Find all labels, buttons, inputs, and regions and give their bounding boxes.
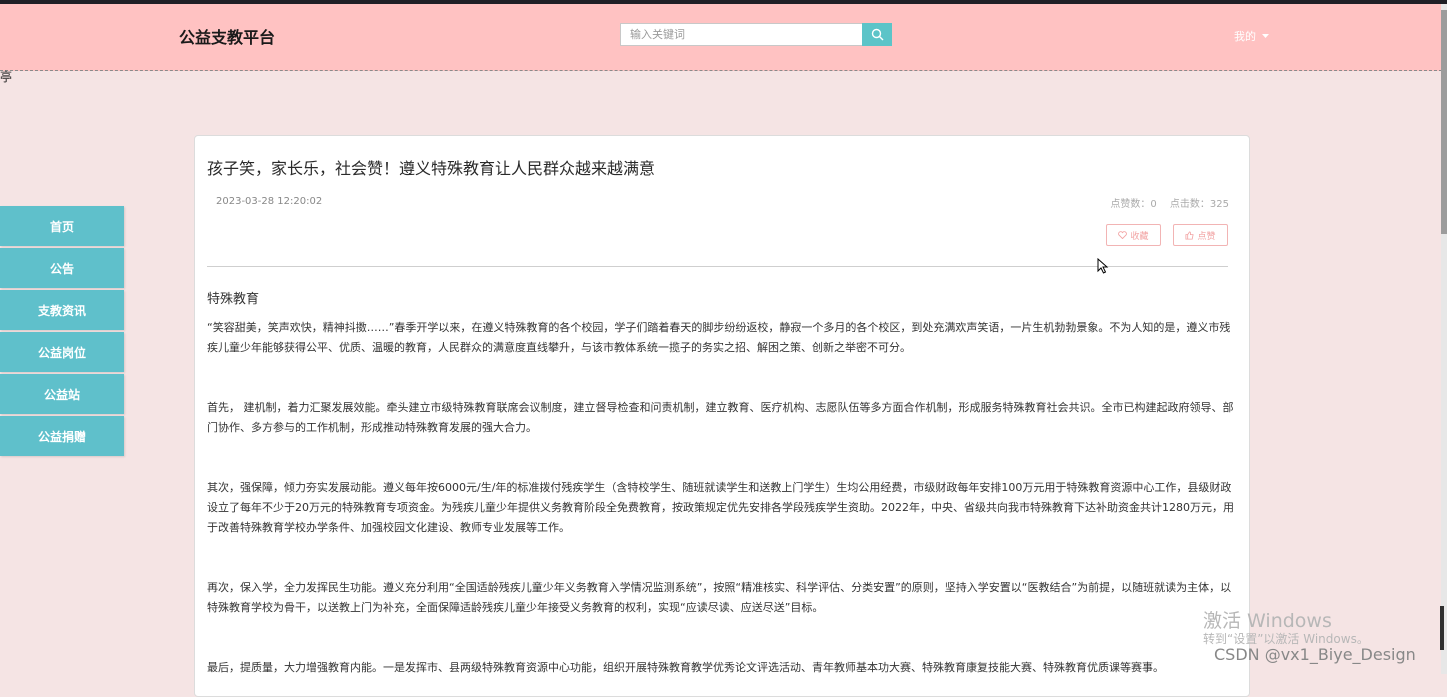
windows-activation-title: 激活 Windows	[1203, 610, 1332, 632]
sidebar-item-stations[interactable]: 公益站	[0, 374, 124, 414]
search-input[interactable]	[620, 23, 862, 46]
article-paragraph: 其次，强保障，倾力夯实发展动能。遵义每年按6000元/生/年的标准拨付残疾学生（…	[207, 481, 1234, 534]
article-paragraph: “笑容甜美，笑声欢快，精神抖擞……”春季开学以来，在遵义特殊教育的各个校园，学子…	[207, 321, 1231, 354]
stray-character: 亭	[0, 70, 13, 84]
csdn-watermark: CSDN @vx1_Biye_Design	[1214, 645, 1416, 664]
mouse-cursor-icon	[1097, 258, 1109, 274]
article-paragraph: 再次，保入学，全力发挥民生功能。遵义充分利用“全国适龄残疾儿童少年义务教育入学情…	[207, 581, 1232, 614]
like-label: 点赞	[1197, 231, 1216, 242]
user-menu[interactable]: 我的	[1234, 28, 1269, 44]
page-scrollbar[interactable]	[1441, 4, 1447, 674]
clicks-count: 点击数：325	[1169, 199, 1229, 210]
article-date: 2023-03-28 12:20:02	[216, 196, 323, 207]
sidebar-item-positions[interactable]: 公益岗位	[0, 332, 124, 372]
sidebar-item-label: 公告	[49, 261, 74, 276]
scrollbar-marker	[1440, 606, 1444, 650]
scrollbar-thumb[interactable]	[1441, 10, 1447, 234]
article-body: “笑容甜美，笑声欢快，精神抖擞……”春季开学以来，在遵义特殊教育的各个校园，学子…	[207, 318, 1235, 696]
search-button[interactable]	[862, 23, 892, 46]
site-brand[interactable]: 公益支教平台	[179, 24, 275, 48]
chevron-down-icon	[1262, 33, 1269, 38]
sidebar-item-notice[interactable]: 公告	[0, 248, 124, 288]
title-divider	[207, 266, 1228, 267]
thumbs-up-icon	[1185, 230, 1195, 240]
sidebar-item-label: 公益站	[43, 387, 80, 402]
search-bar	[620, 23, 892, 46]
search-icon	[871, 28, 883, 41]
favorite-button[interactable]: 收藏	[1106, 224, 1161, 246]
sidebar-item-label: 公益捐赠	[37, 429, 86, 444]
article-section-title: 特殊教育	[207, 292, 260, 307]
sidebar-item-donation[interactable]: 公益捐赠	[0, 416, 124, 456]
sidebar-item-label: 支教资讯	[37, 303, 86, 318]
like-button[interactable]: 点赞	[1173, 224, 1228, 246]
article-paragraph: 首先， 建机制，着力汇聚发展效能。牵头建立市级特殊教育联席会议制度，建立督导检查…	[207, 401, 1234, 434]
article-title: 孩子笑，家长乐，社会赞！遵义特殊教育让人民群众越来越满意	[207, 159, 656, 178]
sidebar-item-label: 首页	[49, 219, 74, 234]
sidebar-item-label: 公益岗位	[37, 345, 86, 360]
article-stats: 点赞数：0 点击数：325	[1100, 195, 1229, 210]
article-paragraph: 最后，提质量，大力增强教育内能。一是发挥市、县两级特殊教育资源中心功能，组织开展…	[207, 661, 1164, 674]
site-header: 公益支教平台 我的	[0, 4, 1447, 71]
favorite-label: 收藏	[1130, 231, 1149, 242]
article-card: 孩子笑，家长乐，社会赞！遵义特殊教育让人民群众越来越满意 2023-03-28 …	[194, 135, 1250, 697]
user-menu-label: 我的	[1234, 30, 1256, 43]
sidebar-item-home[interactable]: 首页	[0, 206, 124, 246]
likes-count: 点赞数：0	[1110, 199, 1157, 210]
heart-icon	[1118, 231, 1128, 239]
sidebar-item-news[interactable]: 支教资讯	[0, 290, 124, 330]
sidebar-nav: 首页 公告 支教资讯 公益岗位 公益站 公益捐赠	[0, 206, 124, 458]
